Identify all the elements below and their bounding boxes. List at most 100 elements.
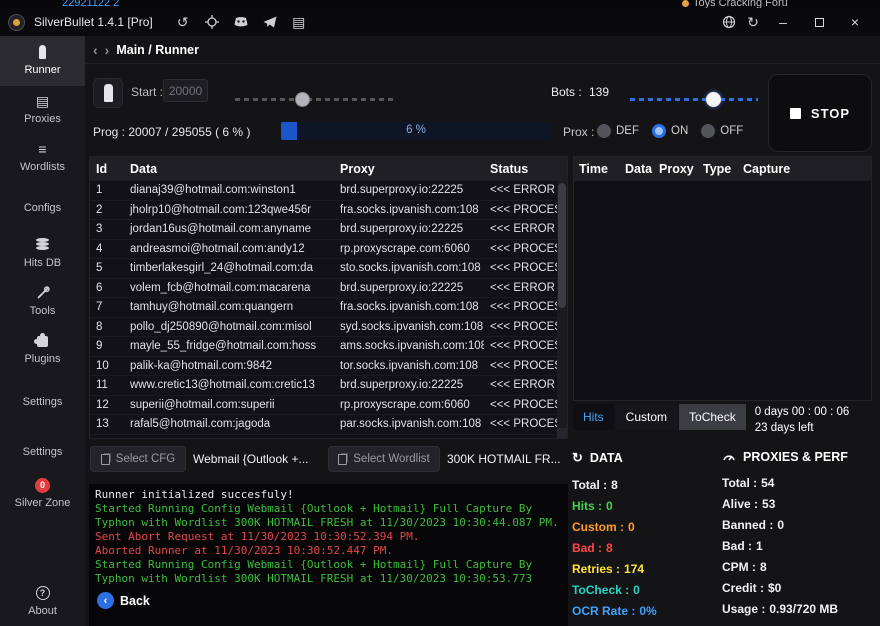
table-row[interactable]: 9mayle_55_fridge@hotmail.com:hossams.soc… — [90, 337, 567, 357]
prox-option-off[interactable]: OFF — [701, 124, 743, 138]
maximize-button[interactable] — [802, 10, 836, 34]
table-row[interactable]: 3jordan16us@hotmail.com:anynamebrd.super… — [90, 220, 567, 240]
select-wordlist-button[interactable]: Select Wordlist — [328, 446, 440, 472]
telegram-icon[interactable] — [259, 12, 281, 32]
stat-ocrrate: OCR Rate :0% — [572, 604, 714, 618]
cell-proxy: brd.superproxy.io:22225 — [334, 184, 484, 196]
results-scrollbar[interactable] — [557, 181, 567, 428]
radio-label: OFF — [720, 125, 743, 137]
table-row[interactable]: 5timberlakesgirl_24@hotmail.com:dasto.so… — [90, 259, 567, 279]
log-line: Runner initialized succesfuly! — [95, 488, 562, 502]
capture-header: TimeDataProxyTypeCapture — [574, 157, 871, 181]
config-file-icon — [101, 454, 110, 465]
tab-hits[interactable]: Hits — [573, 404, 614, 430]
cell-status: <<< PROCES — [484, 360, 567, 372]
capture-panel: TimeDataProxyTypeCapture HitsCustomToChe… — [573, 156, 872, 439]
tab-tocheck[interactable]: ToCheck — [679, 404, 746, 430]
ghost-icon — [682, 0, 689, 7]
prox-option-on[interactable]: ON — [652, 124, 688, 138]
sidebar-item-plugins[interactable]: Plugins — [0, 332, 85, 365]
nav-forward-icon[interactable]: › — [105, 42, 110, 58]
minimize-button[interactable]: – — [766, 10, 800, 34]
background-fragment-right: Toys Cracking Foru — [682, 0, 788, 8]
table-row[interactable]: 7tamhuy@hotmail.com:quangernfra.socks.ip… — [90, 298, 567, 318]
radio-label: DEF — [616, 125, 639, 137]
column-header: Capture — [743, 162, 871, 176]
news-icon[interactable]: ▤ — [288, 12, 310, 32]
sidebar-item-proxies[interactable]: ▤Proxies — [0, 92, 85, 125]
cell-id: 6 — [90, 282, 124, 294]
globe-icon[interactable] — [718, 12, 740, 32]
log-line: Started Running Config Webmail {Outlook … — [95, 558, 562, 586]
bots-slider-handle[interactable] — [706, 92, 721, 107]
capture-footer: HitsCustomToCheck 0 days 00 : 00 : 06 23… — [573, 401, 872, 439]
cell-data: superii@hotmail.com:superii — [124, 399, 334, 411]
table-row[interactable]: 2jholrp10@hotmail.com:123qwe456rfra.sock… — [90, 201, 567, 221]
select-cfg-button[interactable]: Select CFG — [90, 446, 186, 472]
back-button[interactable]: ‹Back — [97, 592, 150, 609]
sync-icon[interactable]: ↻ — [742, 12, 764, 32]
stat-label: Usage : — [722, 602, 765, 616]
cell-id: 9 — [90, 340, 124, 352]
start-slider-handle[interactable] — [295, 92, 310, 107]
sidebar-item-wordlists[interactable]: ≡Wordlists — [0, 140, 85, 173]
cell-data: rafal5@hotmail.com:jagoda — [124, 418, 334, 430]
tab-custom[interactable]: Custom — [616, 404, 677, 430]
sidebar-item-hits-db[interactable]: Hits DB — [0, 236, 85, 269]
cell-id: 3 — [90, 223, 124, 235]
back-button-label: Back — [120, 594, 150, 608]
table-row[interactable]: 11www.cretic13@hotmail.com:cretic13brd.s… — [90, 376, 567, 396]
sidebar-item-settings-2[interactable]: Settings — [0, 446, 85, 458]
cell-status: <<< PROCES — [484, 418, 567, 430]
sidebar-item-label: About — [0, 605, 85, 617]
sidebar-item-settings[interactable]: Settings — [0, 396, 85, 408]
nav-back-icon[interactable]: ‹ — [93, 42, 98, 58]
data-stats: Total :8Hits :0Custom :0Bad :8Retries :1… — [572, 478, 714, 618]
sidebar-item-configs[interactable]: Configs — [0, 202, 85, 214]
data-panel-title: DATA — [590, 451, 623, 465]
discord-icon[interactable] — [230, 12, 252, 32]
table-row[interactable]: 1dianaj39@hotmail.com:winston1brd.superp… — [90, 181, 567, 201]
selected-config: Webmail {Outlook +... — [193, 452, 309, 466]
radio-icon — [701, 124, 715, 138]
prox-option-def[interactable]: DEF — [597, 124, 639, 138]
sidebar-item-tools[interactable]: Tools — [0, 284, 85, 317]
cell-status: <<< PROCES — [484, 262, 567, 274]
cell-data: tamhuy@hotmail.com:quangern — [124, 301, 334, 313]
badge-count: 0 — [35, 478, 50, 493]
resize-grip[interactable] — [557, 428, 567, 438]
stat-label: Credit : — [722, 581, 764, 595]
table-row[interactable]: 12superii@hotmail.com:superiirp.proxyscr… — [90, 396, 567, 416]
stat-label: Total : — [572, 478, 607, 492]
log-line: Sent Abort Request at 11/30/2023 10:30:5… — [95, 530, 562, 544]
sidebar-item-runner[interactable]: Runner — [0, 36, 85, 86]
breadcrumb-path: Main / Runner — [116, 43, 199, 57]
capture-icon[interactable] — [201, 12, 223, 32]
table-row[interactable]: 8pollo_dj250890@hotmail.com:misolsyd.soc… — [90, 318, 567, 338]
table-row[interactable]: 6volem_fcb@hotmail.com:macarenabrd.super… — [90, 279, 567, 299]
table-row[interactable]: 14sandy_gift@hotmail.com:2a2kalim.socks.… — [90, 435, 567, 439]
cell-data: jholrp10@hotmail.com:123qwe456r — [124, 204, 334, 216]
stat-credit: Credit :$0 — [722, 581, 874, 595]
history-icon[interactable]: ↺ — [172, 12, 194, 32]
table-row[interactable]: 10palik-ka@hotmail.com:9842tor.socks.ipv… — [90, 357, 567, 377]
background-window-strip: 22921122 2 Toys Cracking Foru — [0, 0, 880, 8]
background-fragment-left: 22921122 2 — [62, 0, 119, 8]
start-input[interactable]: 20000 — [163, 79, 208, 102]
close-button[interactable]: × — [838, 10, 872, 34]
cell-status: <<< PROCES — [484, 321, 567, 333]
cell-data: jordan16us@hotmail.com:anyname — [124, 223, 334, 235]
stop-button[interactable]: STOP — [768, 74, 872, 152]
column-header: Status — [484, 162, 567, 176]
bots-slider[interactable] — [630, 98, 758, 101]
table-row[interactable]: 13rafal5@hotmail.com:jagodapar.socks.ipv… — [90, 415, 567, 435]
sidebar-item-silver-zone[interactable]: 0Silver Zone — [0, 476, 85, 509]
prox-options: DEF ON OFF — [597, 122, 743, 140]
stat-value: 54 — [761, 476, 774, 490]
cell-id: 12 — [90, 399, 124, 411]
scrollbar-thumb[interactable] — [558, 183, 566, 308]
start-slider[interactable] — [235, 98, 395, 101]
table-row[interactable]: 4andreasmoi@hotmail.com:andy12rp.proxysc… — [90, 240, 567, 260]
column-header: Id — [90, 162, 124, 176]
sidebar-item-about[interactable]: ?About — [0, 584, 85, 617]
